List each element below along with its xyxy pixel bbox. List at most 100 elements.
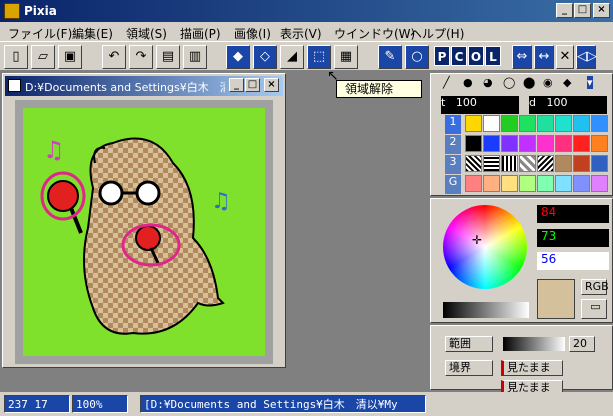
save-icon[interactable]: ▣ [58,45,82,69]
palette-tab-3[interactable]: 3 [445,155,461,174]
svg-text:♫: ♫ [211,189,231,214]
range-label: 範囲 [445,336,493,352]
menu-view[interactable]: 表示(V) [280,25,322,42]
blue-value[interactable]: 56 [537,252,609,270]
brush-density-field[interactable]: d 100 [529,96,607,114]
palette-swatch[interactable] [465,175,482,192]
palette-tab-2[interactable]: 2 [445,135,461,154]
redo-icon[interactable]: ↷ [129,45,153,69]
range-slider[interactable] [503,337,565,351]
panel-l-button[interactable]: L [485,46,501,66]
panel-p-button[interactable]: P [434,46,450,66]
pen-brush-icon[interactable]: ╱ [443,76,450,89]
blur-brush-icon[interactable]: ◉ [543,76,553,89]
eraser-alt-icon[interactable]: ◇ [253,45,277,69]
palette-pattern[interactable] [555,155,572,172]
brush-size-field[interactable]: t 100 [441,96,519,114]
palette-swatch[interactable] [483,115,500,132]
blob-brush-icon[interactable]: ◕ [483,76,493,89]
palette-pattern[interactable] [537,155,554,172]
palette-pattern[interactable] [483,155,500,172]
palette-swatch[interactable] [573,175,590,192]
brush-dropdown-icon[interactable]: ▾ [587,76,593,89]
palette-swatch[interactable] [537,175,554,192]
transparent-icon[interactable]: ▦ [334,45,358,69]
palette-swatch[interactable] [537,115,554,132]
palette-swatch[interactable] [483,135,500,152]
red-value[interactable]: 84 [537,205,609,223]
brush-tool-icon[interactable]: ✎ [378,45,402,69]
panel-c-button[interactable]: C [451,46,467,66]
minimize-button[interactable]: _ [556,3,573,18]
color-wheel[interactable]: ✛ [443,205,527,289]
folder-icon[interactable]: ▭ [581,299,607,319]
fill-icon[interactable]: ◢ [280,45,304,69]
palette-swatch[interactable] [519,115,536,132]
brush-palette-panel: ╱ ● ◕ ◯ ⬤ ◉ ◆ ▾ t 100 d 100 1 2 3 G [430,73,613,196]
palette-swatch[interactable] [555,115,572,132]
palette-pattern[interactable] [519,155,536,172]
menu-draw[interactable]: 描画(P) [180,25,221,42]
palette-tab-1[interactable]: 1 [445,115,461,134]
palette-swatch[interactable] [573,115,590,132]
palette-swatch[interactable] [591,175,608,192]
palette-swatch[interactable] [519,135,536,152]
palette-swatch[interactable] [465,115,482,132]
arrange-icon[interactable]: ⇔ [512,45,532,69]
round-brush-icon[interactable]: ● [463,76,473,89]
palette-swatch[interactable] [537,135,554,152]
close-all-icon[interactable]: ✕ [556,45,574,69]
new-file-icon[interactable]: ▯ [4,45,28,69]
brightness-slider[interactable] [443,302,529,318]
palette-swatch[interactable] [519,175,536,192]
close-button[interactable]: × [593,3,610,18]
palette-pattern[interactable] [573,155,590,172]
palette-pattern[interactable] [501,155,518,172]
rgb-button[interactable]: RGB [581,279,609,295]
eraser-icon[interactable]: ◆ [226,45,250,69]
green-value[interactable]: 73 [537,229,609,247]
size-label: t [441,96,446,109]
toggle-panels-icon[interactable]: ◁▷ [576,45,597,69]
doc-close-button[interactable]: × [264,78,279,92]
palette-swatch[interactable] [501,175,518,192]
paste-icon[interactable]: ▥ [183,45,207,69]
menu-file[interactable]: ファイル(F) [8,25,72,42]
doc-minimize-button[interactable]: _ [229,78,244,92]
eraser-brush-icon[interactable]: ◆ [563,76,571,89]
copy-icon[interactable]: ▤ [156,45,180,69]
gray-brush-icon[interactable]: ⬤ [523,76,535,89]
palette-swatch[interactable] [591,135,608,152]
palette-swatch[interactable] [555,135,572,152]
palette-swatch[interactable] [501,135,518,152]
palette-pattern[interactable] [465,155,482,172]
zoom-icon[interactable]: ○ [405,45,429,69]
open-folder-icon[interactable]: ▱ [31,45,55,69]
undo-icon[interactable]: ↶ [102,45,126,69]
palette-swatch[interactable] [483,175,500,192]
menu-image[interactable]: 画像(I) [234,25,271,42]
palette-tab-g[interactable]: G [445,175,461,194]
fit-icon[interactable]: ↔ [534,45,554,69]
palette-swatch[interactable] [465,135,482,152]
range-value[interactable]: 20 [569,336,595,352]
panel-o-button[interactable]: O [468,46,484,66]
palette-swatch[interactable] [591,115,608,132]
title-bar: Pixia _ □ × [0,0,613,22]
palette-pattern[interactable] [591,155,608,172]
palette-swatch[interactable] [555,175,572,192]
menu-selection[interactable]: 領域(S) [126,25,167,42]
border-mode-1[interactable]: 見たまま [501,360,563,376]
palette-swatch[interactable] [573,135,590,152]
doc-maximize-button[interactable]: □ [245,78,260,92]
menu-help[interactable]: ヘルプ(H) [410,25,464,42]
circle-brush-icon[interactable]: ◯ [503,76,515,89]
menu-edit[interactable]: 編集(E) [72,25,113,42]
deselect-icon[interactable]: ⬚ [307,45,331,69]
palette-swatch[interactable] [501,115,518,132]
drawing-canvas[interactable]: ♫ ♫ [23,108,265,356]
pixia-app-icon[interactable] [4,3,20,19]
menu-window[interactable]: ウインドウ(W) [334,25,415,42]
maximize-button[interactable]: □ [574,3,591,18]
current-color-swatch[interactable] [537,279,575,319]
